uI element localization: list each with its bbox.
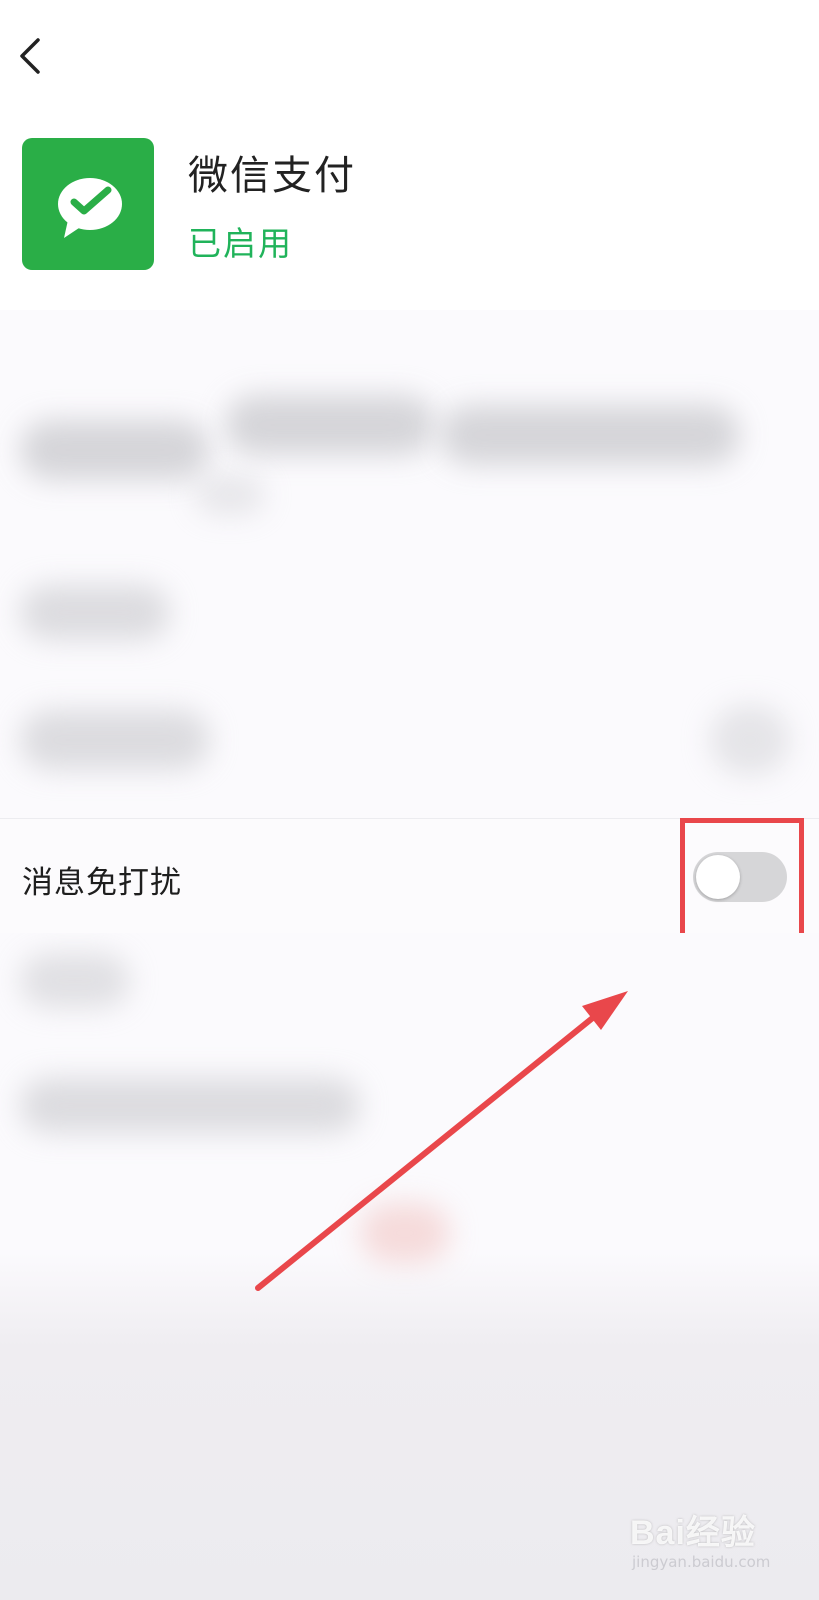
back-button[interactable] [10, 30, 54, 82]
wechat-pay-icon [22, 138, 154, 270]
highlight-box [680, 818, 804, 942]
blurred-settings-area [0, 310, 819, 818]
dnd-label: 消息免打扰 [22, 865, 182, 901]
blurred-lower-area [0, 933, 819, 1600]
app-status: 已启用 [188, 224, 293, 263]
watermark-url: jingyan.baidu.com [632, 1553, 771, 1571]
chevron-left-icon [20, 38, 40, 74]
app-name: 微信支付 [188, 153, 356, 199]
watermark: Bai经验 jingyan.baidu.com [630, 1505, 800, 1585]
watermark-logo: Bai经验 [630, 1514, 756, 1552]
